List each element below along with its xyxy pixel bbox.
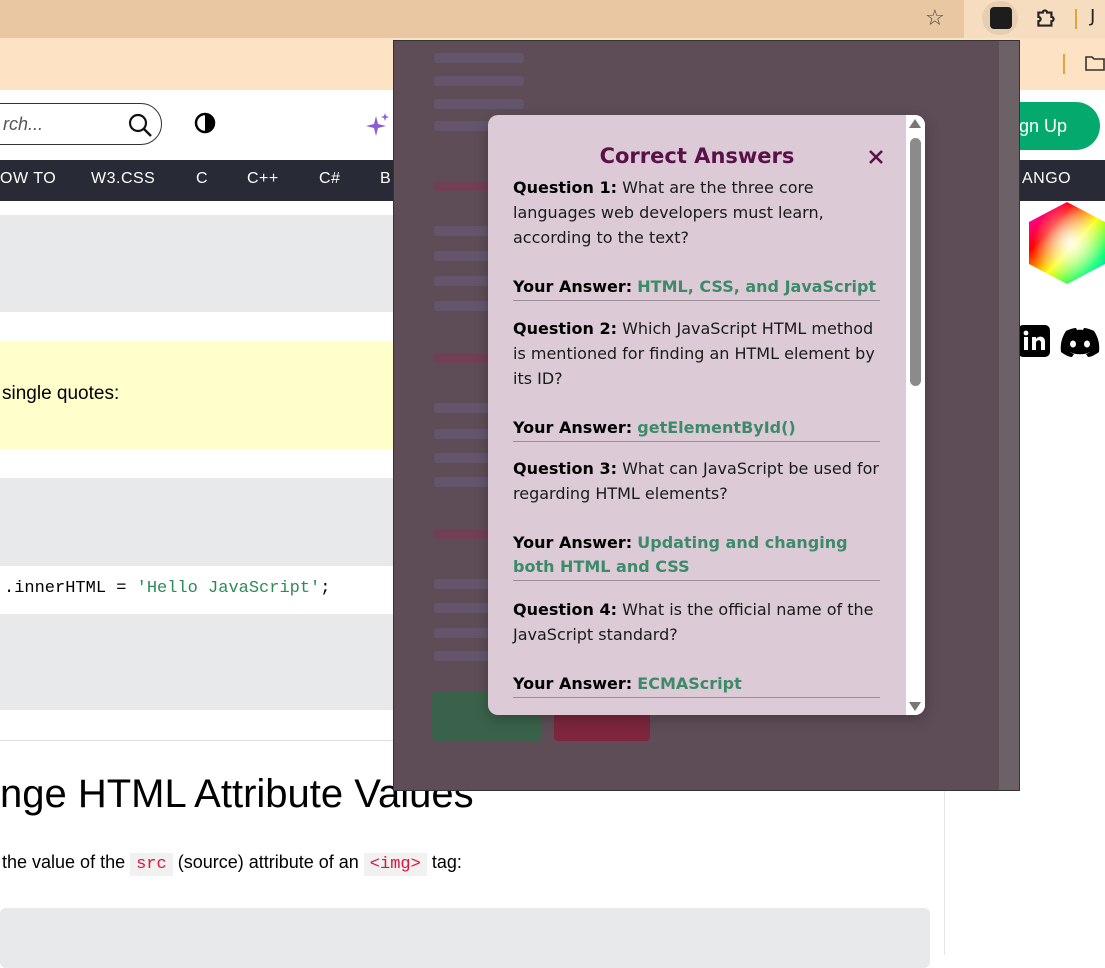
code-suffix: ; bbox=[320, 579, 331, 598]
section-paragraph: the value of the src (source) attribute … bbox=[2, 852, 462, 876]
nav-item-csharp[interactable]: C# bbox=[319, 170, 340, 188]
scroll-down-arrow-icon[interactable] bbox=[909, 702, 921, 711]
search-icon[interactable] bbox=[127, 112, 153, 138]
answer-value: HTML, CSS, and JavaScript bbox=[637, 277, 877, 296]
faded-option bbox=[434, 53, 524, 63]
question-text: Question 3: What can JavaScript be used … bbox=[513, 456, 880, 506]
contrast-toggle-icon[interactable] bbox=[194, 112, 216, 134]
profile-initial[interactable]: J bbox=[1090, 6, 1095, 27]
answer-label: Your Answer: bbox=[513, 277, 633, 296]
code-text: .innerHTML = 'Hello JavaScript'; bbox=[4, 579, 330, 598]
answer-row: Your Answer: ECMAScript bbox=[513, 672, 880, 698]
question-label: Question 1: bbox=[513, 178, 617, 197]
extensions-puzzle-icon[interactable] bbox=[1033, 5, 1059, 31]
answer-row: Your Answer: getElementById() bbox=[513, 416, 880, 442]
toolbar-divider bbox=[1075, 9, 1077, 29]
nav-item-howto[interactable]: OW TO bbox=[0, 170, 56, 188]
answer-row: Your Answer: Updating and changing both … bbox=[513, 531, 880, 581]
scroll-up-arrow-icon[interactable] bbox=[909, 119, 921, 128]
extension-button[interactable] bbox=[982, 1, 1018, 35]
linkedin-icon[interactable] bbox=[1018, 325, 1050, 357]
para-suffix: tag: bbox=[426, 852, 462, 872]
question-text: Question 4: What is the official name of… bbox=[513, 597, 880, 647]
search-box[interactable]: rch... bbox=[0, 103, 162, 145]
correct-answers-modal: Correct Answers Question 1: What are the… bbox=[488, 115, 925, 715]
answer-row: Your Answer: HTML, CSS, and JavaScript bbox=[513, 275, 880, 301]
note-box: single quotes: bbox=[0, 341, 400, 449]
scrollbar-thumb[interactable] bbox=[910, 138, 921, 386]
extension-logo-icon bbox=[990, 7, 1012, 29]
answer-label: Your Answer: bbox=[513, 674, 633, 693]
search-placeholder: rch... bbox=[3, 114, 44, 134]
faded-option bbox=[434, 76, 524, 86]
nav-item-c[interactable]: C bbox=[196, 170, 208, 188]
modal-title: Correct Answers bbox=[599, 144, 795, 168]
bookmark-star-icon[interactable]: ☆ bbox=[925, 6, 945, 32]
nav-item-cpp[interactable]: C++ bbox=[247, 170, 279, 188]
question-label: Question 2: bbox=[513, 319, 617, 338]
para-middle: (source) attribute of an bbox=[172, 852, 364, 872]
inline-code-src: src bbox=[130, 853, 173, 876]
faded-option bbox=[434, 99, 524, 109]
answer-label: Your Answer: bbox=[513, 418, 633, 437]
modal-scrollbar[interactable] bbox=[906, 115, 925, 715]
browser-toolbar: ☆ J bbox=[0, 0, 1105, 38]
bookmarks-divider bbox=[1063, 54, 1065, 74]
inline-code-img: <img> bbox=[363, 853, 427, 876]
code-string: 'Hello JavaScript' bbox=[136, 579, 321, 598]
para-prefix: the value of the bbox=[2, 852, 131, 872]
content-block bbox=[0, 215, 400, 312]
color-picker-icon[interactable] bbox=[1027, 200, 1105, 285]
folder-icon[interactable] bbox=[1085, 54, 1105, 72]
sparkle-icon[interactable] bbox=[366, 112, 390, 138]
popup-scroll-strip bbox=[999, 41, 1019, 790]
close-icon[interactable] bbox=[868, 149, 884, 165]
answer-value: getElementById() bbox=[637, 418, 796, 437]
question-label: Question 4: bbox=[513, 600, 617, 619]
nav-item-django[interactable]: ANGO bbox=[1022, 170, 1071, 188]
question-label: Question 3: bbox=[513, 459, 617, 478]
code-line: .innerHTML = 'Hello JavaScript'; bbox=[0, 566, 400, 614]
discord-icon[interactable] bbox=[1058, 327, 1102, 359]
nav-item-b[interactable]: B bbox=[380, 170, 391, 188]
question-text: Question 2: Which JavaScript HTML method… bbox=[513, 316, 880, 391]
answer-value: ECMAScript bbox=[637, 674, 742, 693]
question-text: Question 1: What are the three core lang… bbox=[513, 175, 880, 250]
example-block bbox=[0, 908, 930, 968]
nav-item-w3css[interactable]: W3.CSS bbox=[91, 170, 155, 188]
answer-label: Your Answer: bbox=[513, 533, 633, 552]
code-prefix: .innerHTML = bbox=[4, 579, 137, 598]
note-text: single quotes: bbox=[2, 383, 120, 404]
